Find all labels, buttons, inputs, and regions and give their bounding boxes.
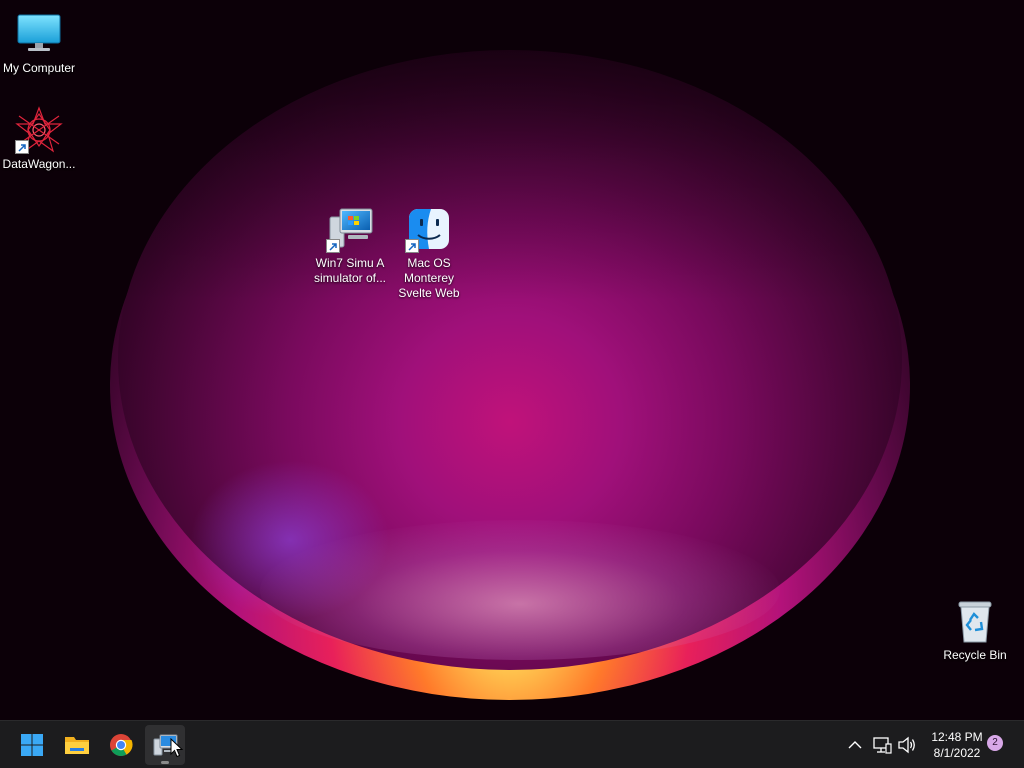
monitor-icon [15, 10, 63, 58]
file-explorer-icon [65, 737, 89, 754]
chrome-button[interactable] [101, 725, 141, 765]
notification-badge[interactable]: 2 [987, 735, 1003, 751]
wallpaper-shade [0, 0, 1024, 300]
chevron-up-icon [848, 741, 862, 749]
finder-icon [405, 205, 453, 253]
desktop-icon-macos-monterey[interactable]: Mac OS Monterey Svelte Web [389, 205, 469, 301]
shortcut-arrow-icon [405, 239, 419, 253]
network-button[interactable] [870, 733, 894, 757]
recycle-bin-icon [951, 597, 999, 645]
network-icon [873, 737, 892, 754]
file-explorer-button[interactable] [57, 725, 97, 765]
wallpaper-haze [260, 520, 780, 660]
shortcut-arrow-icon [326, 239, 340, 253]
desktop-icon-my-computer[interactable]: My Computer [0, 10, 79, 76]
volume-icon [898, 736, 915, 754]
desktop: My Computer DataWagon... Win7 Simu A sim… [0, 0, 1024, 720]
computer-shortcut-icon [326, 205, 374, 253]
desktop-icon-win7-simu[interactable]: Win7 Simu A simulator of... [310, 205, 390, 286]
windows-start-icon [21, 734, 43, 756]
mouse-pointer-icon [170, 738, 184, 758]
taskbar: 12:48 PM 8/1/2022 [0, 720, 1024, 768]
clock-time: 12:48 PM [931, 730, 983, 744]
desktop-icon-label: Win7 Simu A simulator of... [313, 256, 387, 285]
desktop-icon-label: Mac OS Monterey Svelte Web [398, 256, 460, 300]
volume-button[interactable] [895, 733, 919, 757]
desktop-icon-label: Recycle Bin [943, 648, 1007, 662]
desktop-icon-datawagon[interactable]: DataWagon... [0, 106, 79, 172]
show-hidden-icons-button[interactable] [843, 733, 867, 757]
desktop-icon-recycle-bin[interactable]: Recycle Bin [935, 597, 1015, 663]
star-logo-icon [15, 106, 63, 154]
clock-date: 8/1/2022 [933, 746, 981, 760]
start-button[interactable] [12, 725, 52, 765]
desktop-icon-label: My Computer [2, 61, 76, 75]
chrome-icon [110, 734, 133, 756]
desktop-icon-label: DataWagon... [2, 157, 76, 171]
shortcut-arrow-icon [15, 140, 29, 154]
clock[interactable]: 12:48 PM 8/1/2022 [922, 729, 992, 761]
